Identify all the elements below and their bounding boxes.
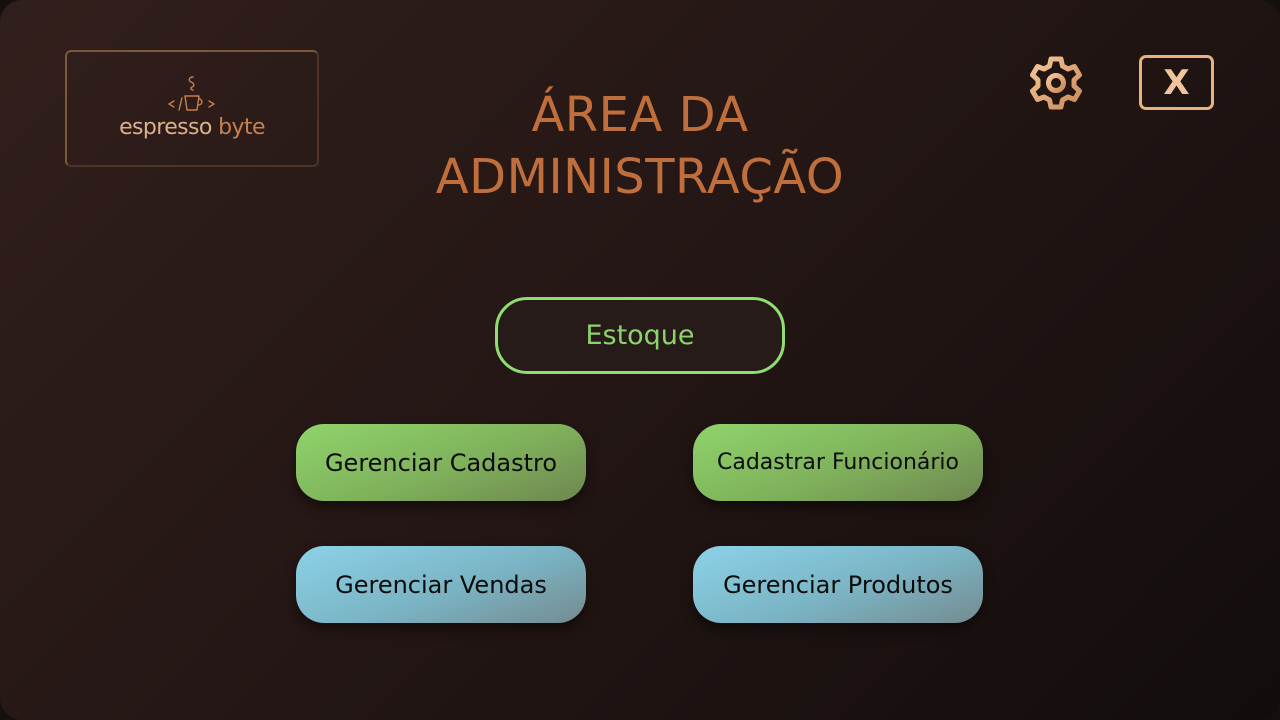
stock-button[interactable]: Estoque <box>495 297 785 374</box>
logo: espresso byte <box>65 50 319 167</box>
page-title: ÁREA DA ADMINISTRAÇÃO <box>340 84 940 208</box>
logo-word-espresso: espresso <box>119 115 212 140</box>
gear-icon <box>1030 56 1082 110</box>
manage-products-button[interactable]: Gerenciar Produtos <box>693 546 983 623</box>
coffee-cup-code-icon <box>168 76 215 111</box>
logo-wordmark: espresso byte <box>67 114 317 142</box>
settings-button[interactable] <box>1027 54 1085 112</box>
page-title-line-1: ÁREA DA <box>531 87 749 143</box>
close-button[interactable]: X <box>1139 55 1214 110</box>
manage-sales-button[interactable]: Gerenciar Vendas <box>296 546 586 623</box>
register-employee-button[interactable]: Cadastrar Funcionário <box>693 424 983 501</box>
page-title-line-2: ADMINISTRAÇÃO <box>435 149 845 205</box>
logo-word-byte: byte <box>218 115 265 140</box>
admin-screen: espresso byte ÁREA DA ADMINISTRAÇÃO X Es… <box>0 0 1280 720</box>
manage-registration-button[interactable]: Gerenciar Cadastro <box>296 424 586 501</box>
